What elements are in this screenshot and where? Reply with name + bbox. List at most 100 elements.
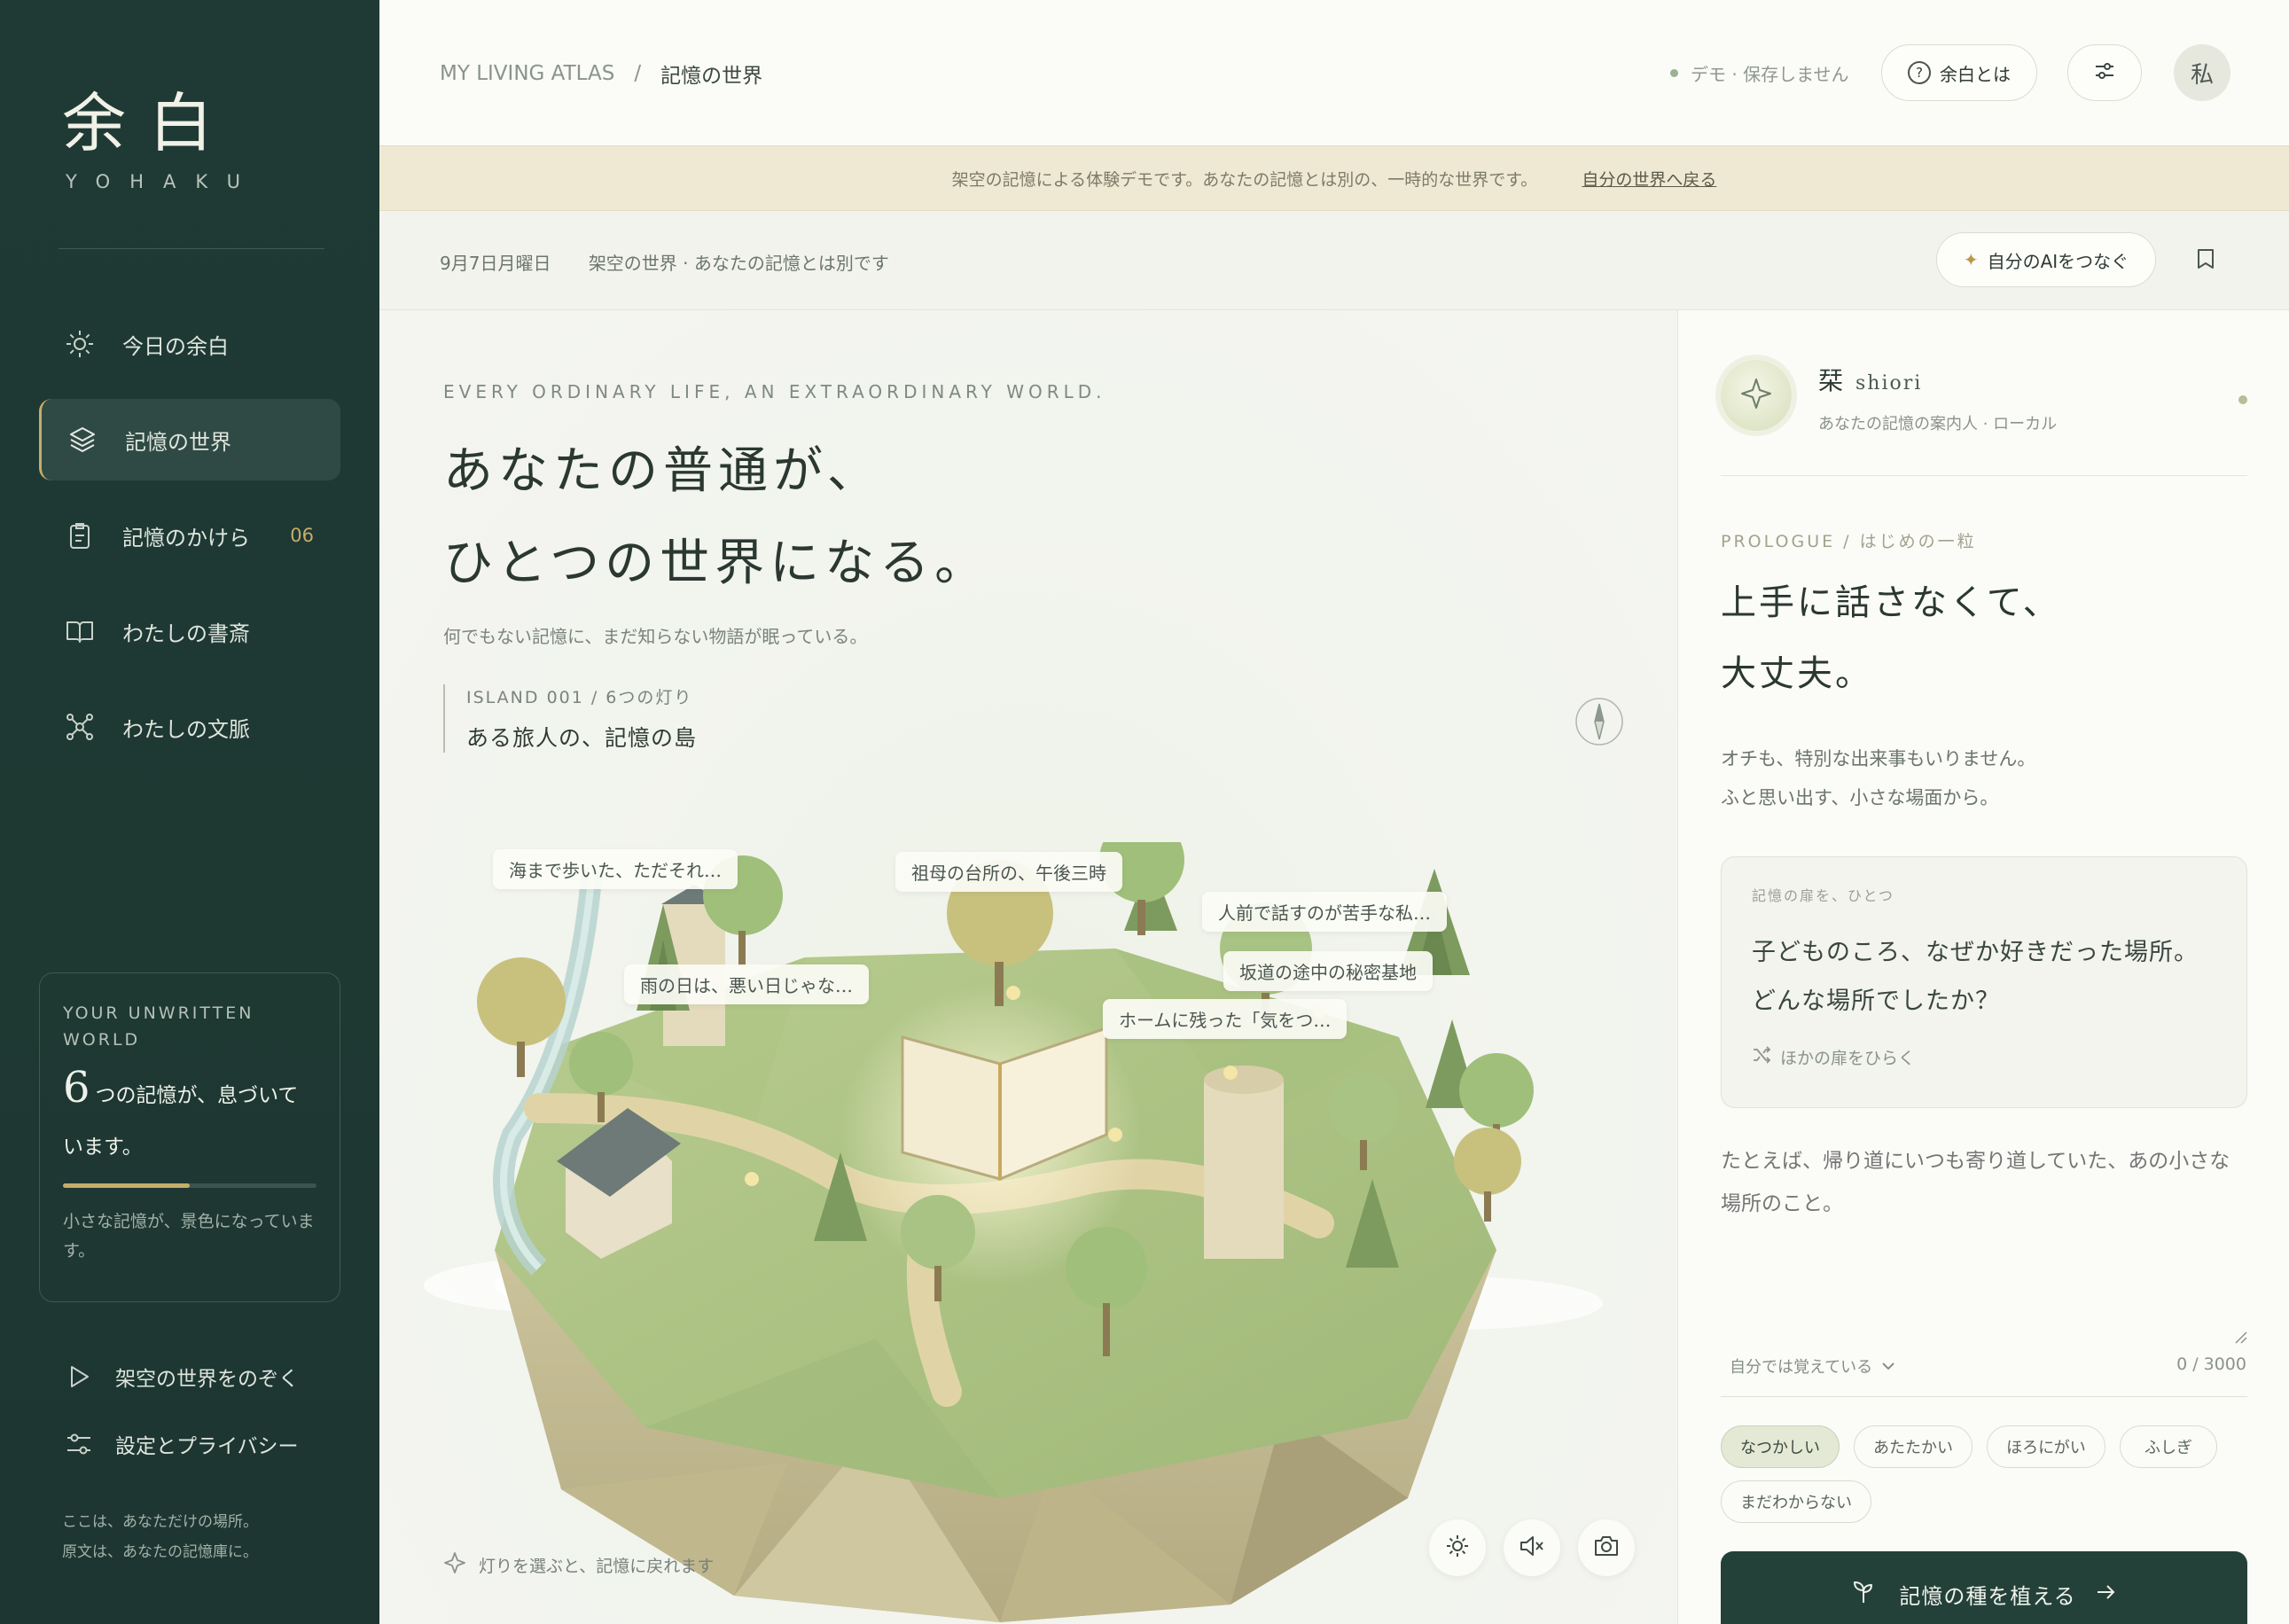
guide-panel: 栞 shiori あなたの記憶の案内人 · ローカル PROLOGUE / はじめ…: [1677, 310, 2289, 1624]
breadcrumb-root[interactable]: MY LIVING ATLAS: [440, 62, 614, 85]
back-to-own-world-link[interactable]: 自分の世界へ戻る: [1582, 167, 1716, 191]
hint-text: 灯りを選ぶと、記憶に戻れます: [479, 1557, 715, 1576]
view-fictional-world-link[interactable]: 架空の世界をのぞく: [64, 1362, 299, 1392]
door-label: 記憶の扉を、ひとつ: [1752, 887, 1894, 904]
island-hint: 灯りを選ぶと、記憶に戻れます: [443, 1551, 714, 1579]
sidebar-item-today[interactable]: 今日の余白: [39, 303, 340, 385]
hero-eyebrow: EVERY ORDINARY LIFE, AN EXTRAORDINARY WO…: [443, 381, 1106, 402]
memory-count: 6: [63, 1063, 90, 1113]
camera-button[interactable]: [1578, 1519, 1635, 1576]
panel-heading: 上手に話さなくて、 大丈夫。: [1721, 567, 2061, 709]
map-label-memory[interactable]: 祖母の台所の、午後三時: [895, 852, 1122, 892]
speaker-mute-icon: [1519, 1534, 1545, 1562]
book-icon: [64, 615, 96, 647]
play-icon: [64, 1362, 94, 1392]
sidebar-item-label: 記憶のかけら: [122, 525, 250, 550]
mute-button[interactable]: [1504, 1519, 1560, 1576]
unwritten-world-card: YOUR UNWRITTEN WORLD 6 つの記憶が、息づいています。 小さな…: [39, 972, 340, 1302]
sprout-icon: [1851, 1578, 1876, 1610]
door-question-line: 子どものころ、なぜか好きだった場所。: [1752, 939, 2199, 966]
arrow-right-icon: [2096, 1581, 2117, 1606]
emotion-chip-nostalgic[interactable]: なつかしい: [1721, 1425, 1840, 1468]
map-label-memory[interactable]: 人前で話すのが苦手な私…: [1202, 892, 1447, 932]
sun-icon: [64, 328, 96, 360]
sidebar-divider: [59, 248, 324, 249]
panel-divider: [1721, 1396, 2247, 1397]
sidebar-item-fragments[interactable]: 記憶のかけら 06: [39, 495, 340, 576]
panel-divider: [1721, 475, 2247, 476]
panel-heading-line: 大丈夫。: [1721, 653, 1873, 694]
island-info: ISLAND 001 / 6つの灯り ある旅人の、記憶の島: [443, 684, 697, 753]
map-label-memory[interactable]: ホームに残った「気をつ…: [1103, 999, 1348, 1039]
plant-memory-seed-button[interactable]: 記憶の種を植える: [1721, 1551, 2247, 1624]
sun-icon: [1445, 1534, 1470, 1562]
memory-input[interactable]: [1721, 1140, 2247, 1344]
world-progress-fill: [63, 1183, 190, 1188]
light-toggle-button[interactable]: [1429, 1519, 1486, 1576]
sparkle-icon: [1739, 377, 1773, 414]
sparkle-icon: ✦: [1963, 249, 1979, 270]
footer-line: ここは、あなただけの場所。: [62, 1513, 258, 1531]
sidebar-item-label: わたしの書斎: [122, 621, 250, 646]
breadcrumb-separator: /: [634, 62, 642, 85]
about-button[interactable]: ? 余白とは: [1881, 44, 2037, 101]
compass-icon[interactable]: [1574, 697, 1624, 746]
sidebar-item-study[interactable]: わたしの書斎: [39, 590, 340, 672]
guide-avatar: [1721, 360, 1792, 431]
bookmark-button[interactable]: [2188, 243, 2223, 278]
status-dot-icon: [1670, 69, 1678, 77]
guide-role: あなたの記憶の案内人 · ローカル: [1818, 415, 2058, 433]
logo-english: YOHAKU: [66, 171, 260, 192]
recall-select[interactable]: 自分では覚えている: [1730, 1355, 1895, 1378]
breadcrumb: MY LIVING ATLAS / 記憶の世界: [440, 59, 762, 89]
date-line: 9月7日月曜日 架空の世界 · あなたの記憶とは別です: [440, 249, 889, 275]
map-label-memory[interactable]: 坂道の途中の秘密基地: [1223, 951, 1433, 991]
side-link-label: 設定とプライバシー: [115, 1435, 299, 1458]
demo-status: デモ · 保存しません: [1670, 60, 1848, 86]
fragment-count-badge: 06: [290, 525, 314, 546]
sidebar-item-label: 今日の余白: [122, 333, 229, 359]
map-label-memory[interactable]: 海まで歩いた、ただそれ…: [493, 849, 738, 889]
sidebar-item-context[interactable]: わたしの文脈: [39, 686, 340, 768]
sidebar-footer: ここは、あなただけの場所。 原文は、あなたの記憶庫に。: [62, 1507, 258, 1567]
about-button-label: 余白とは: [1940, 63, 2011, 85]
memory-island-illustration[interactable]: [379, 842, 1677, 1622]
plant-button-label: 記憶の種を植える: [1899, 1583, 2076, 1609]
emotion-chip-warm[interactable]: あたたかい: [1854, 1425, 1973, 1468]
emotion-chip-undecided[interactable]: まだわからない: [1721, 1480, 1871, 1523]
map-label-memory[interactable]: 雨の日は、悪い日じゃな…: [624, 964, 869, 1004]
logo-japanese: 余白: [62, 86, 237, 160]
open-other-door-button[interactable]: ほかの扉をひらく: [1752, 1045, 2216, 1069]
panel-description-line: ふと思い出す、小さな場面から。: [1721, 787, 1999, 808]
resize-grip-icon[interactable]: [2233, 1330, 2247, 1344]
prologue-label: PROLOGUE / はじめの一粒: [1721, 532, 1977, 551]
network-icon: [64, 711, 96, 743]
emotion-chip-bittersweet[interactable]: ほろにがい: [1987, 1425, 2105, 1468]
world-note: 架空の世界 · あなたの記憶とは別です: [588, 253, 889, 274]
breadcrumb-current: 記憶の世界: [660, 65, 763, 88]
sliders-icon: [2093, 59, 2116, 87]
emotion-chip-mysterious[interactable]: ふしぎ: [2120, 1425, 2217, 1468]
memory-door-card: 記憶の扉を、ひとつ 子どものころ、なぜか好きだった場所。 どんな場所でしたか？ …: [1721, 856, 2247, 1108]
hero-title-line: あなたの普通が、: [443, 442, 882, 500]
settings-privacy-link[interactable]: 設定とプライバシー: [64, 1429, 299, 1459]
door-question: 子どものころ、なぜか好きだった場所。 どんな場所でしたか？: [1752, 928, 2216, 1026]
open-other-door-label: ほかの扉をひらく: [1780, 1049, 1916, 1068]
banner-text: 架空の記憶による体験デモです。あなたの記憶とは別の、一時的な世界です。: [951, 169, 1538, 190]
layers-icon: [66, 424, 98, 456]
adjust-button[interactable]: [2067, 44, 2142, 101]
question-icon: ?: [1908, 61, 1931, 84]
footer-line: 原文は、あなたの記憶庫に。: [62, 1543, 258, 1561]
chevron-down-icon: [1881, 1357, 1895, 1376]
character-count: 0 / 3000: [2176, 1355, 2246, 1374]
world-card-title: YOUR UNWRITTEN WORLD: [63, 1003, 254, 1050]
online-status-dot: [2238, 395, 2247, 404]
panel-description-line: オチも、特別な出来事もいりません。: [1721, 748, 2036, 769]
memory-world-stage: EVERY ORDINARY LIFE, AN EXTRAORDINARY WO…: [379, 310, 1677, 1624]
sliders-icon: [64, 1429, 94, 1459]
user-avatar[interactable]: 私: [2174, 44, 2230, 101]
connect-ai-button[interactable]: ✦ 自分のAIをつなぐ: [1936, 232, 2156, 287]
hero-subtitle: 何でもない記憶に、まだ知らない物語が眠っている。: [443, 626, 868, 647]
current-date: 9月7日月曜日: [440, 253, 551, 274]
sidebar-item-memory-world[interactable]: 記憶の世界: [39, 399, 340, 480]
